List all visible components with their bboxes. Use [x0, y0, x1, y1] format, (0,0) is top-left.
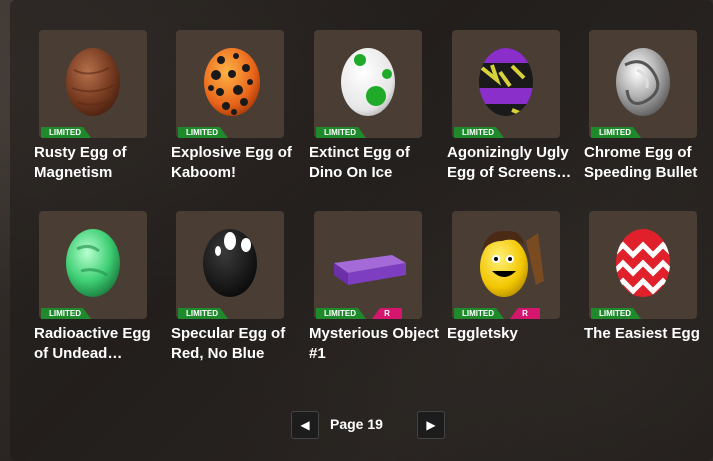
- item-name[interactable]: Eggletsky: [447, 324, 582, 344]
- item-thumbnail[interactable]: LIMITED: [589, 30, 697, 138]
- item-card-chrome-egg[interactable]: LIMITED Chrome Egg of Speeding Bullet: [584, 30, 713, 205]
- item-thumbnail[interactable]: LIMITED: [452, 30, 560, 138]
- explosive-egg-icon: [204, 48, 260, 116]
- limited-badge: LIMITED: [316, 127, 366, 138]
- item-name[interactable]: Mysterious Object #1: [309, 324, 444, 364]
- zigzag-egg-icon: [616, 229, 670, 297]
- item-thumbnail[interactable]: LIMITED: [39, 211, 147, 319]
- item-name[interactable]: Rusty Egg of Magnetism: [34, 143, 169, 183]
- purple-block-icon: [334, 255, 406, 285]
- item-card-specular-egg[interactable]: LIMITED Specular Egg of Red, No Blue: [171, 211, 301, 386]
- item-thumbnail[interactable]: LIMITED: [589, 211, 697, 319]
- item-grid: LIMITED Rusty Egg of Magnetism LIMITED E…: [0, 0, 713, 380]
- item-card-easiest-egg[interactable]: LIMITED The Easiest Egg: [584, 211, 713, 386]
- limited-badge: LIMITED: [454, 127, 504, 138]
- item-name[interactable]: Specular Egg of Red, No Blue: [171, 324, 306, 364]
- item-thumbnail[interactable]: LIMITED R: [452, 211, 560, 319]
- specular-egg-icon: [203, 229, 257, 297]
- item-card-mysterious-object[interactable]: LIMITED R Mysterious Object #1: [309, 211, 439, 386]
- ugly-egg-icon: [479, 48, 533, 116]
- limited-badge: LIMITED: [316, 308, 366, 319]
- item-name[interactable]: Agonizingly Ugly Egg of Screens…: [447, 143, 582, 183]
- item-thumbnail[interactable]: LIMITED: [39, 30, 147, 138]
- limited-badge: LIMITED: [41, 308, 91, 319]
- item-card-radioactive-egg[interactable]: LIMITED Radioactive Egg of Undead…: [34, 211, 164, 386]
- rusty-egg-icon: [66, 48, 120, 116]
- catalog-screen: LIMITED Rusty Egg of Magnetism LIMITED E…: [0, 0, 713, 461]
- item-thumbnail[interactable]: LIMITED R: [314, 211, 422, 319]
- radioactive-egg-icon: [66, 229, 120, 297]
- prev-page-button[interactable]: ◀: [291, 411, 319, 439]
- item-name[interactable]: The Easiest Egg: [584, 324, 713, 344]
- item-thumbnail[interactable]: LIMITED: [314, 30, 422, 138]
- item-name[interactable]: Extinct Egg of Dino On Ice: [309, 143, 444, 183]
- next-page-button[interactable]: ▶: [417, 411, 445, 439]
- limited-badge: LIMITED: [591, 127, 641, 138]
- item-card-explosive-egg[interactable]: LIMITED Explosive Egg of Kaboom!: [171, 30, 301, 205]
- item-name[interactable]: Explosive Egg of Kaboom!: [171, 143, 306, 183]
- limited-badge: LIMITED: [454, 308, 504, 319]
- item-name[interactable]: Chrome Egg of Speeding Bullet: [584, 143, 713, 183]
- item-card-dino-egg[interactable]: LIMITED Extinct Egg of Dino On Ice: [309, 30, 439, 205]
- limited-badge: LIMITED: [591, 308, 641, 319]
- item-thumbnail[interactable]: LIMITED: [176, 30, 284, 138]
- limited-badge: LIMITED: [178, 127, 228, 138]
- chrome-egg-icon: [616, 48, 670, 116]
- limited-badge: LIMITED: [41, 127, 91, 138]
- pagination: ◀ Page 19 ▶: [0, 411, 713, 441]
- limited-badge: LIMITED: [178, 308, 228, 319]
- item-card-eggletsky[interactable]: LIMITED R Eggletsky: [447, 211, 577, 386]
- page-label: Page 19: [330, 416, 383, 432]
- item-card-rusty-egg[interactable]: LIMITED Rusty Egg of Magnetism: [34, 30, 164, 205]
- item-name[interactable]: Radioactive Egg of Undead…: [34, 324, 169, 364]
- item-card-ugly-egg[interactable]: LIMITED Agonizingly Ugly Egg of Screens…: [447, 30, 577, 205]
- dino-egg-icon: [341, 48, 395, 116]
- item-thumbnail[interactable]: LIMITED: [176, 211, 284, 319]
- eggletsky-egg-icon: [480, 230, 544, 297]
